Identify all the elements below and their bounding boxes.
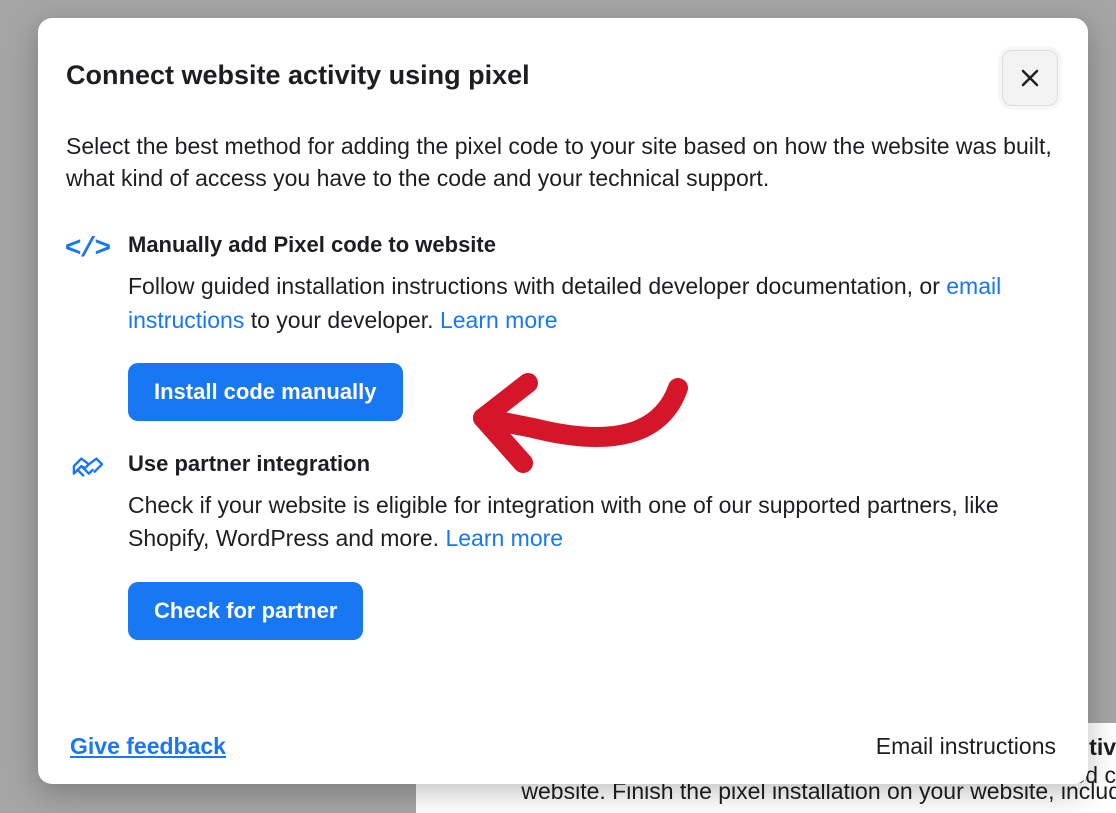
option-partner-desc: Check if your website is eligible for in… <box>128 489 1028 556</box>
modal-footer: Give feedback Email instructions <box>70 733 1056 760</box>
give-feedback-link[interactable]: Give feedback <box>70 733 226 760</box>
email-instructions-button[interactable]: Email instructions <box>876 733 1056 760</box>
pixel-connect-modal: Connect website activity using pixel Sel… <box>38 18 1088 784</box>
option-manual-title: Manually add Pixel code to website <box>128 232 1060 258</box>
close-button[interactable] <box>1002 50 1058 106</box>
option-partner: Use partner integration Check if your we… <box>66 451 1060 640</box>
modal-title: Connect website activity using pixel <box>66 60 530 91</box>
desc-text: to your developer. <box>244 307 440 333</box>
code-icon: </> <box>66 232 108 421</box>
learn-more-link[interactable]: Learn more <box>445 525 563 551</box>
desc-text: Check if your website is eligible for in… <box>128 492 999 551</box>
desc-text: Follow guided installation instructions … <box>128 273 946 299</box>
modal-header: Connect website activity using pixel <box>66 58 1060 106</box>
handshake-icon <box>66 451 108 640</box>
close-icon <box>1018 66 1042 90</box>
install-code-manually-button[interactable]: Install code manually <box>128 363 403 421</box>
option-manual: </> Manually add Pixel code to website F… <box>66 232 1060 421</box>
learn-more-link[interactable]: Learn more <box>440 307 558 333</box>
option-partner-title: Use partner integration <box>128 451 1060 477</box>
option-manual-desc: Follow guided installation instructions … <box>128 270 1028 337</box>
check-for-partner-button[interactable]: Check for partner <box>128 582 363 640</box>
modal-subtitle: Select the best method for adding the pi… <box>66 130 1060 194</box>
